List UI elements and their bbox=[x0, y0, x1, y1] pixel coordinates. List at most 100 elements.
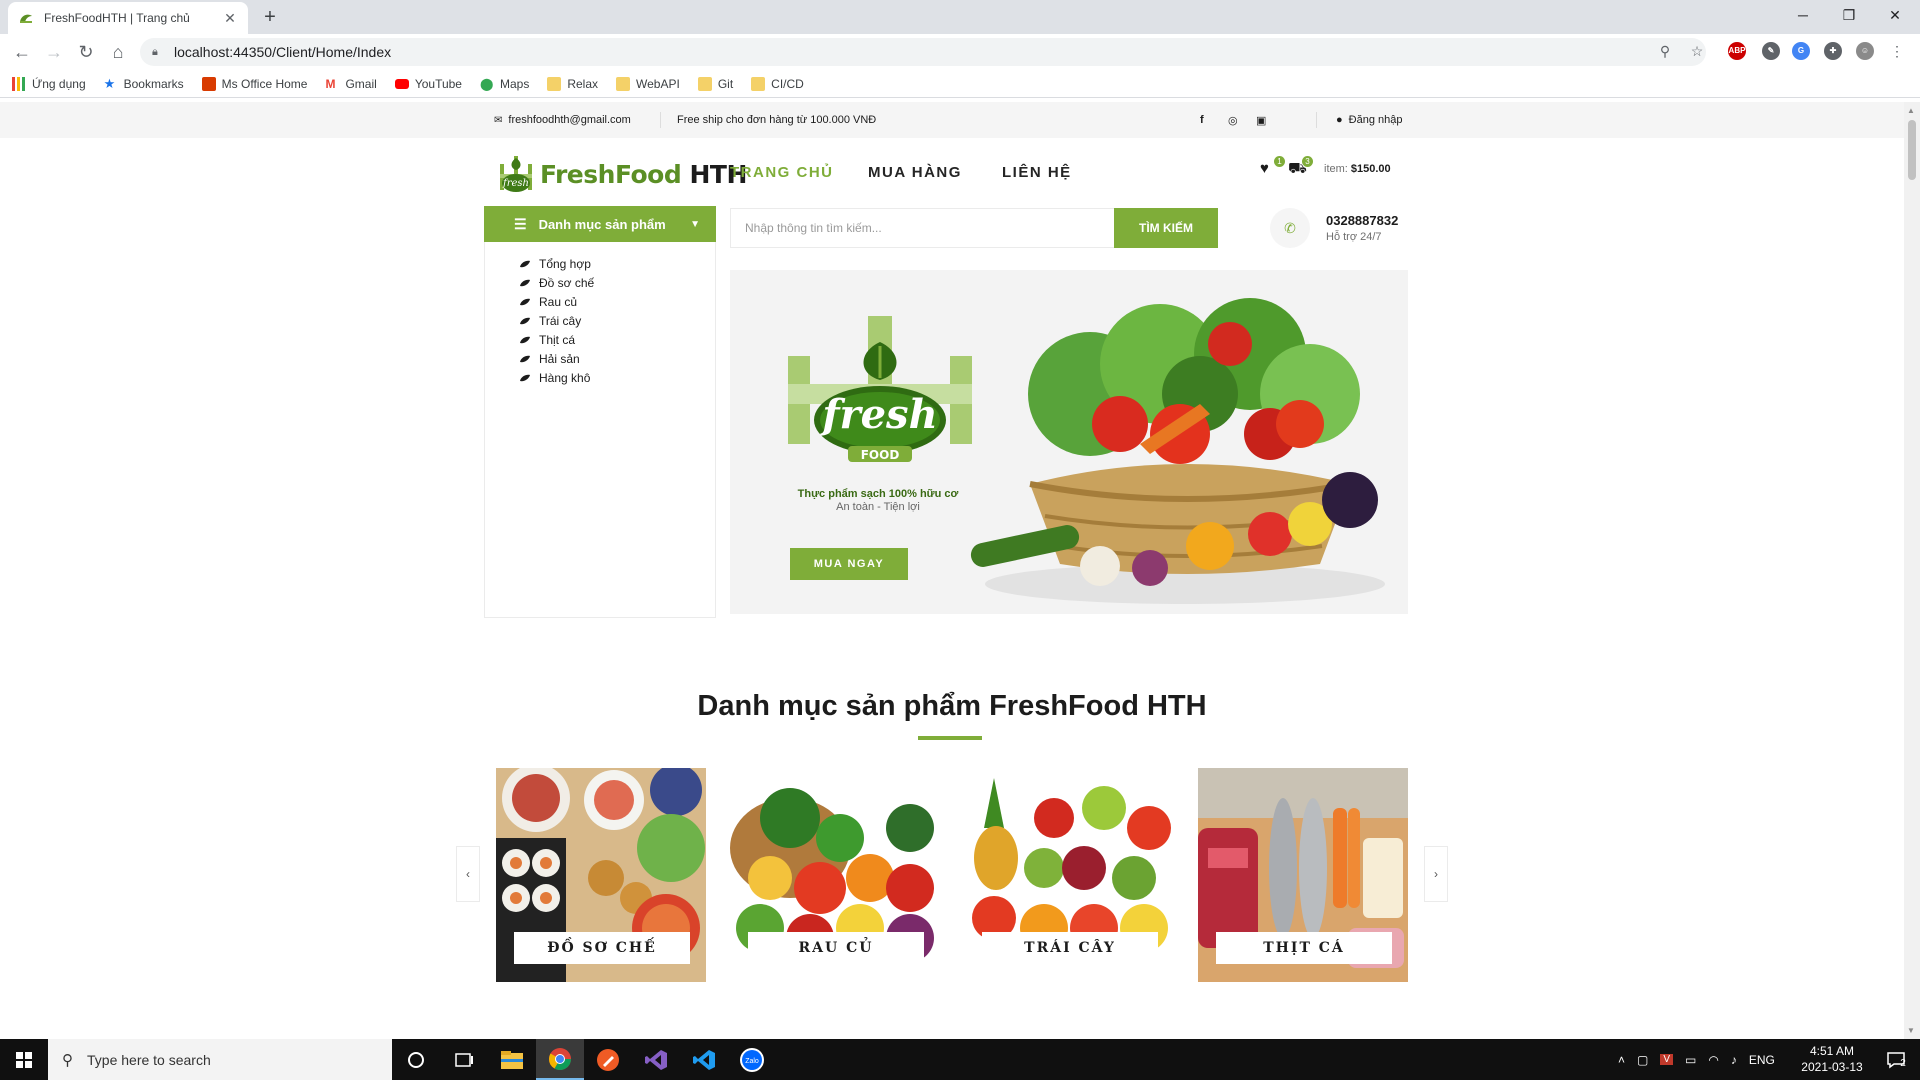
leaf-icon bbox=[520, 317, 530, 324]
menu-kebab-icon[interactable]: ⋮ bbox=[1886, 40, 1908, 62]
home-icon[interactable]: ⌂ bbox=[106, 40, 130, 64]
minimize-icon[interactable]: ─ bbox=[1780, 0, 1826, 32]
leaf-icon bbox=[520, 336, 530, 343]
bookmark-gmail[interactable]: M Gmail bbox=[325, 77, 376, 91]
fresh-food-brand-logo: fresh FOOD bbox=[788, 316, 972, 462]
eyedropper-extension-icon[interactable]: ✎ bbox=[1762, 42, 1780, 60]
tab-close-icon[interactable]: ✕ bbox=[222, 10, 238, 27]
windows-start-icon[interactable] bbox=[0, 1039, 48, 1080]
volume-icon[interactable]: ♪ bbox=[1731, 1053, 1737, 1067]
page-scrollbar[interactable]: ▲ ▼ bbox=[1904, 102, 1920, 1039]
notification-count: 2 bbox=[1900, 1058, 1906, 1069]
category-card-vegetables[interactable]: RAU CỦ bbox=[730, 768, 940, 982]
taskbar-search-box[interactable]: ⚲ Type here to search bbox=[48, 1039, 392, 1080]
back-icon[interactable]: ← bbox=[10, 40, 34, 64]
show-hidden-icons-chevron-icon[interactable]: ˄ bbox=[1618, 1053, 1625, 1067]
postman-icon[interactable] bbox=[584, 1039, 632, 1080]
category-item[interactable]: Hải sản bbox=[519, 349, 715, 368]
category-item[interactable]: Trái cây bbox=[519, 311, 715, 330]
chrome-icon[interactable] bbox=[536, 1039, 584, 1080]
carousel-prev-button[interactable]: ‹ bbox=[456, 846, 480, 902]
instagram-icon[interactable]: ◎ bbox=[1228, 114, 1238, 127]
site-logo[interactable]: fresh FreshFood HTH bbox=[494, 152, 747, 196]
task-view-icon[interactable] bbox=[440, 1039, 488, 1080]
wishlist-count-badge: 1 bbox=[1274, 156, 1285, 167]
youtube-social-icon[interactable]: ▣ bbox=[1256, 114, 1266, 127]
category-card-label: RAU CỦ bbox=[748, 932, 924, 964]
bookmark-relax[interactable]: Relax bbox=[547, 76, 598, 91]
adblock-extension-icon[interactable]: ABP bbox=[1728, 42, 1746, 60]
bookmark-git[interactable]: Git bbox=[697, 76, 733, 91]
window-close-icon[interactable]: ✕ bbox=[1872, 0, 1918, 32]
search-input[interactable] bbox=[731, 209, 1114, 247]
category-item[interactable]: Rau củ bbox=[519, 292, 715, 311]
svg-text:Zalo: Zalo bbox=[745, 1058, 759, 1065]
bookmark-apps[interactable]: Ứng dụng bbox=[12, 76, 86, 91]
restore-icon[interactable]: ❐ bbox=[1826, 0, 1872, 32]
bookmark-webapi[interactable]: WebAPI bbox=[616, 76, 680, 91]
category-card-meat-fish[interactable]: THỊT CÁ bbox=[1198, 768, 1408, 982]
divider bbox=[1316, 112, 1317, 128]
category-item[interactable]: Thịt cá bbox=[519, 330, 715, 349]
categories-dropdown-toggle[interactable]: ☰ Danh mục sản phẩm ▼ bbox=[484, 206, 716, 242]
browser-tab-active[interactable]: FreshFoodHTH | Trang chủ ✕ bbox=[8, 2, 248, 34]
category-card-fruits[interactable]: TRÁI CÂY bbox=[964, 768, 1174, 982]
search-button[interactable]: TÌM KIẾM bbox=[1114, 208, 1218, 248]
system-clock[interactable]: 4:51 AM 2021-03-13 bbox=[1800, 1043, 1864, 1075]
wishlist-heart-icon[interactable]: ♥ 1 bbox=[1260, 156, 1285, 178]
nav-shop[interactable]: MUA HÀNG bbox=[868, 164, 962, 181]
carousel-next-button[interactable]: › bbox=[1424, 846, 1448, 902]
cortana-icon[interactable] bbox=[392, 1039, 440, 1080]
notifications-icon[interactable]: 2 bbox=[1872, 1039, 1920, 1080]
cart-basket-icon[interactable]: ⛟ 3 bbox=[1288, 156, 1313, 178]
vscode-icon[interactable] bbox=[680, 1039, 728, 1080]
battery-icon[interactable]: ▭ bbox=[1685, 1053, 1696, 1067]
category-item[interactable]: Đồ sơ chế bbox=[519, 273, 715, 292]
bookmark-star-icon[interactable]: ☆ bbox=[1686, 40, 1708, 62]
windows-taskbar: ⚲ Type here to search Zalo ˄ ▢ V ▭ ◠ ♪ E… bbox=[0, 1039, 1920, 1080]
bookmark-youtube[interactable]: YouTube bbox=[394, 77, 462, 91]
extensions-puzzle-icon[interactable]: ✚ bbox=[1824, 42, 1842, 60]
bookmark-bookmarks[interactable]: ★ Bookmarks bbox=[104, 76, 184, 91]
file-explorer-icon[interactable] bbox=[488, 1039, 536, 1080]
bookmark-cicd[interactable]: CI/CD bbox=[751, 76, 804, 91]
categories-list: Tổng hợp Đồ sơ chế Rau củ Trái cây Thịt … bbox=[484, 242, 716, 618]
nav-home[interactable]: TRANG CHỦ bbox=[730, 164, 834, 181]
leaf-icon bbox=[520, 355, 530, 362]
reload-icon[interactable]: ↻ bbox=[74, 40, 98, 64]
lock-icon: 🔒︎ bbox=[152, 45, 158, 58]
bookmark-office[interactable]: Ms Office Home bbox=[201, 76, 307, 91]
login-link[interactable]: ● Đăng nhập bbox=[1336, 114, 1402, 126]
usb-device-icon[interactable]: ▢ bbox=[1637, 1053, 1648, 1067]
visual-studio-icon[interactable] bbox=[632, 1039, 680, 1080]
logo-emblem-icon: fresh bbox=[500, 156, 532, 192]
language-indicator[interactable]: ENG bbox=[1749, 1053, 1775, 1067]
divider bbox=[660, 112, 661, 128]
office-icon bbox=[201, 76, 216, 91]
forward-icon[interactable]: → bbox=[42, 40, 66, 64]
translate-extension-icon[interactable]: G bbox=[1792, 42, 1810, 60]
facebook-icon[interactable]: f bbox=[1200, 114, 1204, 126]
scrollbar-thumb[interactable] bbox=[1908, 120, 1916, 180]
zalo-icon[interactable]: Zalo bbox=[728, 1039, 776, 1080]
nav-contact[interactable]: LIÊN HỆ bbox=[1002, 164, 1072, 181]
chevron-down-icon: ▼ bbox=[690, 218, 700, 230]
antivirus-icon[interactable]: V bbox=[1660, 1054, 1674, 1065]
header-top-strip: ✉ freshfoodhth@gmail.com Free ship cho đ… bbox=[0, 102, 1904, 138]
vegetable-basket-image bbox=[970, 298, 1385, 604]
category-item[interactable]: Hàng khô bbox=[519, 368, 715, 387]
wifi-icon[interactable]: ◠ bbox=[1708, 1053, 1718, 1067]
scroll-up-icon[interactable]: ▲ bbox=[1907, 106, 1915, 115]
buy-now-button[interactable]: MUA NGAY bbox=[790, 548, 908, 580]
bookmark-maps[interactable]: ⬤ Maps bbox=[480, 77, 529, 91]
profile-avatar-icon[interactable]: ☺ bbox=[1856, 42, 1874, 60]
category-item[interactable]: Tổng hợp bbox=[519, 254, 715, 273]
category-card-prepared[interactable]: ĐỒ SƠ CHẾ bbox=[496, 768, 706, 982]
hamburger-icon: ☰ bbox=[514, 215, 527, 232]
leaf-icon bbox=[520, 298, 530, 305]
new-tab-button[interactable]: + bbox=[258, 6, 282, 30]
apps-grid-icon bbox=[12, 76, 26, 91]
scroll-down-icon[interactable]: ▼ bbox=[1907, 1026, 1915, 1035]
address-bar[interactable]: 🔒︎ localhost:44350/Client/Home/Index bbox=[140, 38, 1706, 66]
zoom-icon[interactable]: ⚲ bbox=[1654, 40, 1676, 62]
